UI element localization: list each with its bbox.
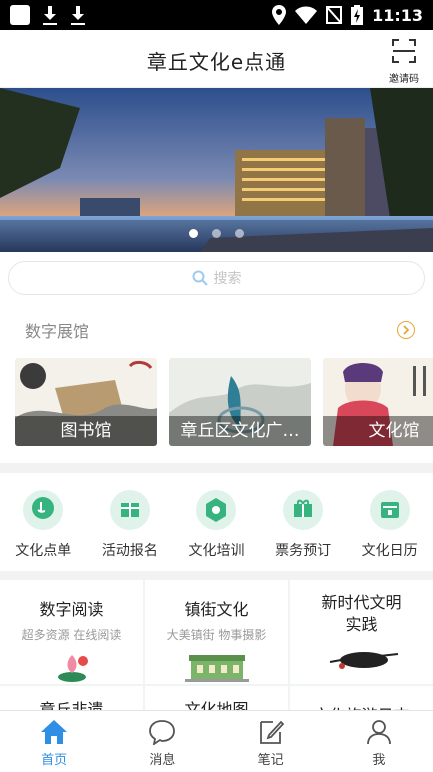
- ticket-gift-icon: [283, 490, 324, 530]
- grid-item-intangible-heritage[interactable]: 章丘非遗: [0, 686, 143, 712]
- profile-icon: [366, 720, 391, 745]
- function-label: 文化培训: [188, 543, 245, 559]
- carousel-dot[interactable]: [212, 229, 221, 238]
- quick-functions: 文化点单 活动报名 文化培训 票务预订 文化日历: [0, 478, 433, 572]
- tab-label: 消息: [149, 753, 176, 768]
- tab-label: 我: [372, 753, 386, 768]
- grid-item-title: 新时代文明 实践: [321, 593, 402, 634]
- tab-label: 笔记: [257, 753, 284, 768]
- invite-code-label: 邀请码: [389, 74, 419, 85]
- tab-messages[interactable]: 消息: [108, 711, 216, 772]
- no-sim-icon: [326, 6, 343, 24]
- bottom-tab-bar: 首页 消息 笔记 我: [0, 710, 433, 772]
- wifi-icon: [295, 6, 318, 24]
- function-label: 文化日历: [361, 543, 418, 559]
- battery-charging-icon: [351, 5, 364, 25]
- building-icon: [184, 655, 249, 682]
- page-title: 章丘文化e点通: [146, 50, 287, 74]
- download-icon: [42, 5, 58, 25]
- search-input[interactable]: 搜索: [8, 261, 425, 295]
- grid-item-culture-map[interactable]: 文化地图: [145, 686, 288, 712]
- grid-item-subtitle: 超多资源 在线阅读: [21, 628, 122, 642]
- grid-item-title: 数字阅读: [39, 600, 104, 619]
- location-icon: [272, 5, 287, 25]
- search-icon: [192, 270, 208, 286]
- function-label: 票务预订: [275, 543, 332, 559]
- grid-item-digital-reading[interactable]: 数字阅读 超多资源 在线阅读: [0, 580, 143, 684]
- section-divider: [0, 463, 433, 473]
- more-button[interactable]: [397, 321, 415, 339]
- scan-icon: [392, 39, 416, 63]
- function-culture-order[interactable]: 文化点单: [0, 478, 87, 572]
- status-bar: 11:13: [0, 0, 433, 30]
- training-icon: [196, 490, 237, 530]
- download-icon: [70, 5, 86, 25]
- function-culture-training[interactable]: 文化培训: [173, 478, 260, 572]
- gallery-card-label: 图书馆: [15, 416, 157, 446]
- grid-item-civilization-practice[interactable]: 新时代文明 实践: [290, 580, 433, 684]
- feature-grid: 数字阅读 超多资源 在线阅读 镇街文化 大美镇街 物事摄影 新时代文明 实践 章…: [0, 580, 433, 712]
- grid-item-town-culture[interactable]: 镇街文化 大美镇街 物事摄影: [145, 580, 288, 684]
- banner-carousel[interactable]: [0, 88, 433, 252]
- status-time: 11:13: [372, 5, 423, 25]
- calendar-icon: [369, 490, 410, 530]
- banner-image: [0, 88, 433, 252]
- home-icon: [41, 720, 68, 744]
- invite-code-button[interactable]: 邀请码: [387, 38, 421, 85]
- search-placeholder: 搜索: [213, 271, 242, 287]
- gift-icon: [109, 490, 150, 530]
- gallery-card-culture-square[interactable]: 章丘区文化广…: [169, 358, 311, 446]
- function-culture-calendar[interactable]: 文化日历: [346, 478, 433, 572]
- app-notification-icon: [10, 5, 30, 25]
- chevron-right-icon: [403, 325, 410, 335]
- tab-label: 首页: [41, 753, 68, 768]
- carousel-dots: [0, 229, 433, 238]
- gallery-card-culture-center[interactable]: 文化馆: [323, 358, 433, 446]
- app-header: 章丘文化e点通 邀请码: [0, 30, 433, 88]
- grid-item-subtitle: 大美镇街 物事摄影: [166, 628, 267, 642]
- carousel-dot[interactable]: [189, 229, 198, 238]
- tab-profile[interactable]: 我: [325, 711, 433, 772]
- section-divider: [0, 571, 433, 580]
- lotus-icon: [57, 655, 88, 682]
- gallery-card-label: 文化馆: [323, 416, 433, 446]
- gallery-card-label: 章丘区文化广…: [169, 416, 311, 446]
- function-event-signup[interactable]: 活动报名: [87, 478, 174, 572]
- function-ticket-booking[interactable]: 票务预订: [260, 478, 347, 572]
- ink-splash-icon: [329, 652, 398, 669]
- message-icon: [149, 720, 176, 745]
- function-label: 活动报名: [101, 543, 158, 559]
- gallery-card-library[interactable]: 图书馆: [15, 358, 157, 446]
- note-icon: [259, 720, 284, 744]
- tap-icon: [23, 490, 64, 530]
- function-label: 文化点单: [15, 543, 72, 559]
- tab-home[interactable]: 首页: [0, 711, 108, 772]
- tab-notes[interactable]: 笔记: [217, 711, 325, 772]
- carousel-dot[interactable]: [235, 229, 244, 238]
- grid-item-title: 镇街文化: [184, 600, 249, 619]
- grid-item-travel-log[interactable]: 文化旅游日志: [290, 686, 433, 712]
- digital-gallery-list: 图书馆 章丘区文化广… 文化馆: [15, 358, 433, 448]
- section-title-digital-gallery: 数字展馆: [25, 322, 90, 341]
